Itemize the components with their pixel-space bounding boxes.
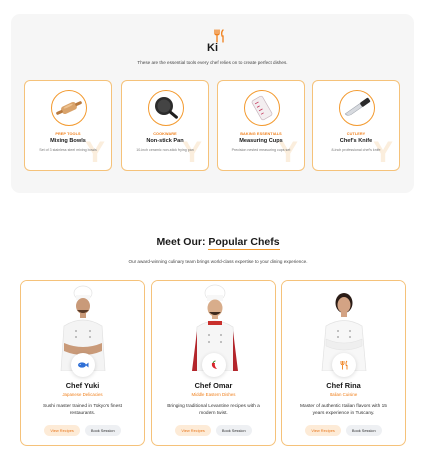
chef-knife-image bbox=[339, 90, 375, 126]
chefs-title-prefix: Meet Our: bbox=[156, 236, 209, 248]
tool-card-chefs-knife[interactable]: Y CUTLERY Chef's Knife 8-inch profession… bbox=[312, 80, 400, 171]
chef-name: Chef Omar bbox=[194, 381, 233, 390]
chef-actions: View Recipes Book Session bbox=[152, 425, 275, 436]
chef-specialty: Italian Cuisine bbox=[329, 392, 358, 397]
tool-name: Chef's Knife bbox=[339, 138, 373, 144]
chef-card-yuki[interactable]: Chef Yuki Japanese Delicacies Sushi mast… bbox=[20, 280, 145, 446]
tool-card-non-stick-pan[interactable]: Y COOKWARE Non-stick Pan 10-inch ceramic… bbox=[121, 80, 209, 171]
book-session-button[interactable]: Book Session bbox=[84, 425, 121, 436]
tool-description: Precision nested measuring cups set bbox=[231, 148, 291, 152]
tool-description: 10-inch ceramic non-stick frying pan bbox=[136, 148, 194, 152]
tool-category: CUTLERY bbox=[346, 132, 366, 136]
chili-pepper-icon bbox=[202, 353, 226, 377]
book-session-button[interactable]: Book Session bbox=[215, 425, 252, 436]
chef-actions: View Recipes Book Session bbox=[21, 425, 144, 436]
chef-bio: Bringing traditional Levantine recipes w… bbox=[167, 404, 260, 416]
rolling-pin-image bbox=[51, 90, 87, 126]
view-recipes-button[interactable]: View Recipes bbox=[305, 425, 341, 436]
tool-name: Mixing Bowls bbox=[50, 138, 86, 144]
tool-description: Set of 3 stainless steel mixing bowls bbox=[39, 148, 97, 152]
book-session-button[interactable]: Book Session bbox=[345, 425, 382, 436]
tool-name: Measuring Cups bbox=[239, 138, 283, 144]
chef-name: Chef Yuki bbox=[65, 381, 100, 390]
fork-knife-icon bbox=[214, 29, 224, 43]
chef-card-rina[interactable]: Chef Rina Italian Cuisine Master of auth… bbox=[281, 280, 406, 446]
chefs-section-title: Meet Our: Popular Chefs bbox=[0, 236, 436, 250]
view-recipes-button[interactable]: View Recipes bbox=[44, 425, 80, 436]
chefs-section-subtitle: Our award-winning culinary team brings w… bbox=[128, 259, 308, 264]
kitchen-subtitle: These are the essential tools every chef… bbox=[137, 60, 288, 65]
tool-category: BAKING ESSENTIALS bbox=[240, 132, 282, 136]
frying-pan-image bbox=[148, 90, 184, 126]
kitchen-title: Ki bbox=[207, 42, 218, 54]
chef-name: Chef Rina bbox=[326, 381, 361, 390]
chef-bio: Sushi master trained in Tokyo's finest r… bbox=[43, 404, 122, 416]
tool-card-mixing-bowls[interactable]: Y PREP TOOLS Mixing Bowls Set of 3 stain… bbox=[24, 80, 112, 171]
chef-specialty: Japanese Delicacies bbox=[62, 392, 103, 397]
tool-category: COOKWARE bbox=[153, 132, 177, 136]
tool-description: 8-inch professional chef's knife bbox=[331, 148, 381, 152]
tool-card-measuring-cups[interactable]: Y BAKING ESSENTIALS Measuring Cups Preci… bbox=[217, 80, 305, 171]
chef-bio: Master of authentic Italian flavors with… bbox=[300, 404, 387, 416]
fish-icon bbox=[71, 353, 95, 377]
chefs-title-highlight: Popular Chefs bbox=[208, 236, 280, 250]
chef-card-omar[interactable]: Chef Omar Middle Eastern Dishes Bringing… bbox=[151, 280, 276, 446]
tool-category: PREP TOOLS bbox=[55, 132, 81, 136]
kitchen-tools-section: Ki These are the essential tools every c… bbox=[11, 14, 414, 193]
measuring-cups-image bbox=[244, 90, 280, 126]
chef-specialty: Middle Eastern Dishes bbox=[191, 392, 236, 397]
chef-actions: View Recipes Book Session bbox=[282, 425, 405, 436]
fork-knife-icon bbox=[332, 353, 356, 377]
tool-name: Non-stick Pan bbox=[146, 138, 184, 144]
view-recipes-button[interactable]: View Recipes bbox=[175, 425, 211, 436]
